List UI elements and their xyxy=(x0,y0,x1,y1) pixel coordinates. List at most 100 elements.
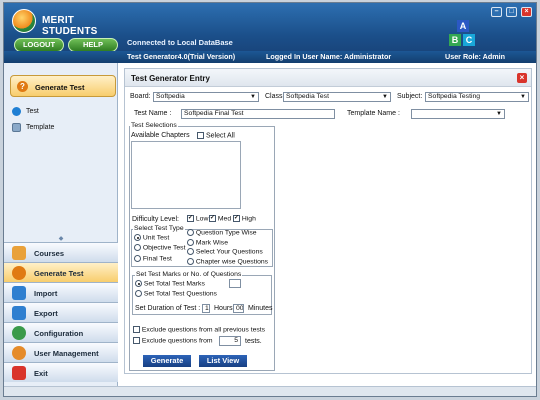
nav-generate-test[interactable]: Generate Test xyxy=(4,262,118,282)
select-all-label: Select All xyxy=(205,132,235,140)
close-window-icon[interactable]: × xyxy=(521,7,532,17)
nav-export[interactable]: Export xyxy=(4,302,118,322)
board-select[interactable]: Softpedia ▼ xyxy=(153,92,259,102)
radio-icon xyxy=(134,255,141,262)
test-type-label: Unit Test xyxy=(142,234,170,242)
exclude-all-checkbox[interactable]: Exclude questions from all previous test… xyxy=(133,326,265,333)
radio-mark-wise[interactable]: Mark Wise xyxy=(187,239,228,246)
list-view-button[interactable]: List View xyxy=(199,355,247,367)
radio-set-total-marks[interactable]: Set Total Test Marks xyxy=(135,280,205,287)
radio-question-type-wise[interactable]: Question Type Wise xyxy=(187,229,257,236)
test-name-label: Test Name : xyxy=(134,110,172,117)
question-mode-label: Mark Wise xyxy=(195,239,228,247)
class-value: Softpedia Test xyxy=(286,93,329,100)
radio-selected-icon xyxy=(135,280,142,287)
nav-label: Courses xyxy=(34,249,65,258)
import-icon xyxy=(12,286,26,300)
template-name-select[interactable]: ▼ xyxy=(411,109,505,119)
exit-icon xyxy=(12,366,26,380)
class-select[interactable]: Softpedia Test ▼ xyxy=(283,92,391,102)
chevron-down-icon: ▼ xyxy=(382,94,388,100)
radio-select-your-questions[interactable]: Select Your Questions xyxy=(187,248,263,255)
test-name-input[interactable]: Softpedia Final Test xyxy=(181,109,335,119)
difficulty-med-checkbox[interactable]: ✓ Med xyxy=(209,215,231,222)
subject-select[interactable]: Softpedia Testing ▼ xyxy=(425,92,529,102)
sidebar-item-label: Test xyxy=(26,108,39,115)
nav-label: Generate Test xyxy=(34,269,84,278)
duration-hours-input[interactable]: 1 xyxy=(202,304,210,313)
set-total-questions-label: Set Total Test Questions xyxy=(143,290,217,298)
exclude-all-label: Exclude questions from all previous test… xyxy=(141,326,266,334)
checkbox-icon xyxy=(133,337,140,344)
select-all-checkbox[interactable]: Select All xyxy=(197,132,235,139)
nav-label: Export xyxy=(34,309,58,318)
radio-selected-icon xyxy=(134,234,141,241)
test-type-caption: Select Test Type xyxy=(133,225,185,232)
duration-minutes-input[interactable]: 00 xyxy=(233,304,244,313)
difficulty-low-checkbox[interactable]: ✓ Low xyxy=(187,215,208,222)
export-icon xyxy=(12,306,26,320)
checkbox-icon xyxy=(197,132,204,139)
abc-blocks-icon: A B C xyxy=(449,20,477,48)
merit-students-logo-icon xyxy=(12,9,36,33)
version-label: Test Generator4.0(Trial Version) xyxy=(127,52,236,61)
set-total-marks-label: Set Total Test Marks xyxy=(143,280,205,288)
status-bar: Test Generator4.0(Trial Version) Logged … xyxy=(4,51,536,63)
connection-status: Connected to Local DataBase xyxy=(127,38,233,47)
test-type-label: Final Test xyxy=(142,255,172,263)
minimize-icon[interactable]: – xyxy=(491,7,503,17)
window-controls: – □ × xyxy=(489,7,532,17)
users-icon xyxy=(12,346,26,360)
configuration-icon xyxy=(12,326,26,340)
difficulty-label: Difficulty Level: xyxy=(132,216,179,223)
radio-icon xyxy=(187,239,194,246)
generate-button[interactable]: Generate xyxy=(143,355,191,367)
template-name-label: Template Name : xyxy=(347,110,400,117)
sidebar: ? Generate Test Test Template ◆ Courses … xyxy=(4,63,118,386)
nav-configuration[interactable]: Configuration xyxy=(4,322,118,342)
app-name: MERIT STUDENTS xyxy=(42,15,98,37)
logout-button[interactable]: LOGOUT xyxy=(14,38,64,52)
radio-final-test[interactable]: Final Test xyxy=(134,255,172,262)
maximize-icon[interactable]: □ xyxy=(506,7,518,17)
app-footer xyxy=(4,386,536,396)
radio-icon xyxy=(134,244,141,251)
hours-label: Hours xyxy=(214,305,233,312)
chevron-down-icon: ▼ xyxy=(520,94,526,100)
subject-label: Subject: xyxy=(397,93,423,100)
difficulty-option-label: Med xyxy=(217,215,232,223)
nav-import[interactable]: Import xyxy=(4,282,118,302)
nav-label: Configuration xyxy=(34,329,84,338)
exclude-from-checkbox[interactable]: Exclude questions from xyxy=(133,337,213,344)
difficulty-option-label: Low xyxy=(195,215,209,223)
nav-label: Import xyxy=(34,289,58,298)
sidebar-item-test[interactable]: Test xyxy=(12,106,39,118)
radio-chapter-wise[interactable]: Chapter wise Questions xyxy=(187,258,268,265)
nav-courses[interactable]: Courses xyxy=(4,242,118,262)
radio-set-total-questions[interactable]: Set Total Test Questions xyxy=(135,290,217,297)
template-icon xyxy=(12,122,21,132)
user-role: User Role: Admin xyxy=(445,52,506,61)
difficulty-high-checkbox[interactable]: ✓ High xyxy=(233,215,256,222)
total-marks-input[interactable] xyxy=(229,279,241,288)
help-button[interactable]: HELP xyxy=(68,38,118,52)
app-window: MERIT STUDENTS LOGOUT HELP Connected to … xyxy=(3,2,537,397)
header-decoration xyxy=(164,13,254,33)
radio-unit-test[interactable]: Unit Test xyxy=(134,234,169,241)
sidebar-item-template[interactable]: Template xyxy=(12,122,54,134)
radio-objective-test[interactable]: Objective Test xyxy=(134,244,185,251)
help-circle-icon xyxy=(12,106,21,116)
nav-exit[interactable]: Exit xyxy=(4,362,118,382)
difficulty-option-label: High xyxy=(241,215,256,223)
exclude-tests-label: tests. xyxy=(245,338,262,345)
close-icon[interactable]: × xyxy=(517,73,527,83)
marks-caption: Set Test Marks or No. of Questions xyxy=(135,271,243,278)
question-mode-label: Select Your Questions xyxy=(195,248,263,256)
sidebar-section-generate-test: ? Generate Test xyxy=(10,75,116,97)
exclude-count-input[interactable]: 5 xyxy=(219,336,241,346)
test-selections-caption: Test Selections xyxy=(130,122,178,129)
chapters-list[interactable] xyxy=(131,141,241,209)
radio-icon xyxy=(135,290,142,297)
logged-in-user: Logged In User Name: Administrator xyxy=(266,52,392,61)
nav-user-management[interactable]: User Management xyxy=(4,342,118,362)
